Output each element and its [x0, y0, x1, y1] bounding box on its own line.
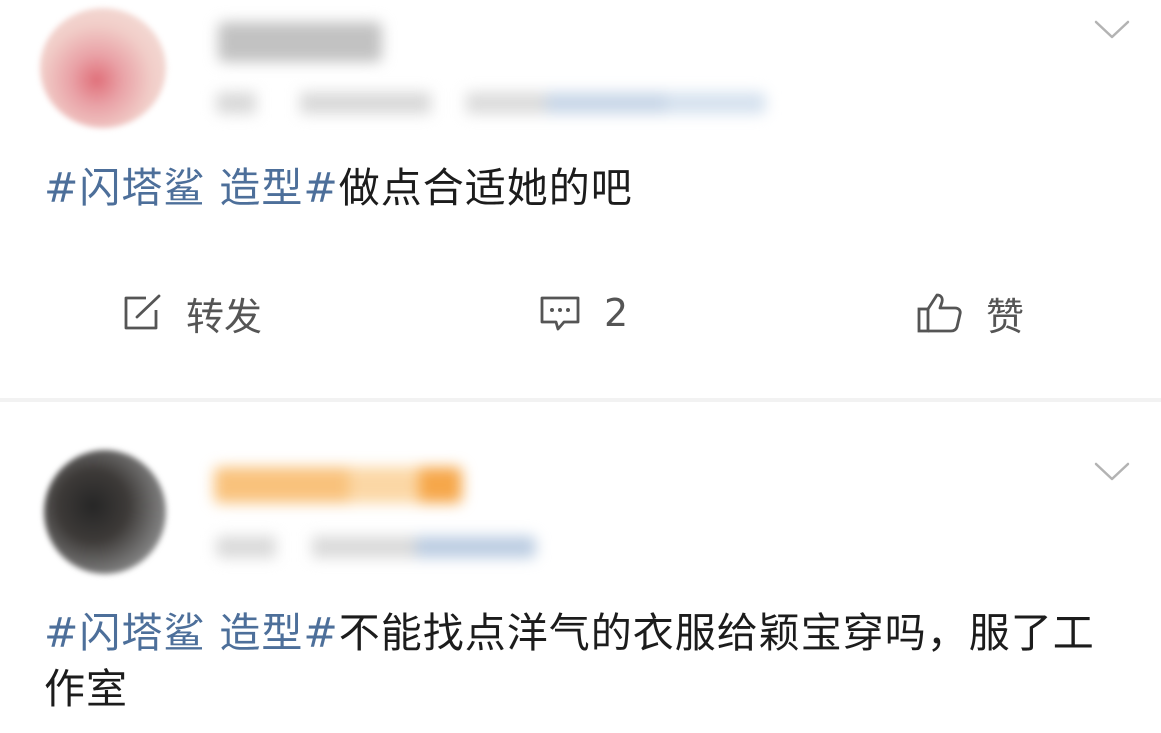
comment-count: 2 — [604, 291, 629, 335]
post-text: #闪塔鲨 造型#做点合适她的吧 — [44, 160, 633, 216]
avatar[interactable] — [40, 8, 166, 128]
post-text: #闪塔鲨 造型#不能找点洋气的衣服给颖宝穿吗，服了工作室 — [44, 605, 1124, 717]
comment-button[interactable]: 2 — [538, 288, 628, 338]
repost-button[interactable]: 转发 — [120, 288, 263, 339]
username-blurred[interactable] — [218, 22, 382, 62]
like-button[interactable]: 赞 — [916, 288, 1025, 339]
repost-label: 转发 — [186, 294, 263, 339]
post-meta-blurred — [216, 536, 536, 558]
username-blurred[interactable] — [214, 467, 462, 503]
chevron-down-icon[interactable] — [1093, 460, 1131, 484]
hashtag-link[interactable]: #闪塔鲨 造型# — [44, 609, 339, 657]
avatar[interactable] — [44, 450, 166, 574]
like-icon — [917, 293, 962, 333]
comment-icon — [540, 296, 580, 331]
chevron-down-icon[interactable] — [1093, 18, 1131, 42]
hashtag-link[interactable]: #闪塔鲨 造型# — [44, 164, 339, 212]
post-meta-blurred — [216, 92, 766, 114]
repost-icon — [124, 294, 161, 330]
post-card-1: #闪塔鲨 造型#做点合适她的吧 转发 2 赞 — [0, 0, 1161, 398]
post-body: 做点合适她的吧 — [338, 164, 633, 212]
like-label: 赞 — [986, 294, 1025, 339]
